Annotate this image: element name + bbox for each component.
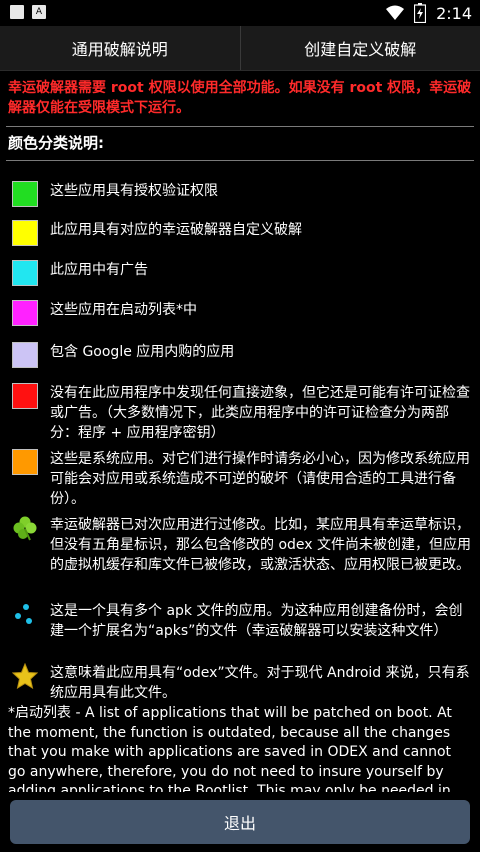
exit-button[interactable]: 退出 [10, 800, 470, 844]
legend-text: 这意味着此应用具有“odex”文件。对于现代 Android 来说，只有系统应用… [50, 665, 470, 701]
legend-item-license: 这些应用具有授权验证权限 [12, 181, 472, 207]
color-swatch-green [12, 181, 38, 207]
color-swatch-yellow [12, 220, 38, 246]
color-swatch-lavender [12, 342, 38, 368]
tab-bar: 通用破解说明 创建自定义破解 [0, 26, 480, 71]
legend-item-custom-patch: 此应用具有对应的幸运破解器自定义破解 [12, 220, 472, 246]
status-bar: A 2:14 [0, 0, 480, 26]
legend-item-bootlist: 这些应用在启动列表*中 [12, 300, 472, 326]
legend-item-ads: 此应用中有广告 [12, 260, 472, 286]
app-a-icon: A [32, 5, 46, 19]
color-swatch-red [12, 383, 38, 409]
legend-text: 此应用中有广告 [50, 262, 148, 278]
divider [6, 160, 474, 161]
legend-text: 这些是系统应用。对它们进行操作时请务必小心，因为修改系统应用可能会对应用或系统造… [50, 451, 470, 507]
tab-create-custom-patch[interactable]: 创建自定义破解 [239, 26, 480, 70]
legend-text: 这是一个具有多个 apk 文件的应用。为这种应用创建备份时，会创建一个扩展名为“… [50, 603, 463, 639]
legend-item-system-apps: 这些是系统应用。对它们进行操作时请务必小心，因为修改系统应用可能会对应用或系统造… [12, 449, 472, 509]
color-swatch-orange [12, 449, 38, 475]
legend-item-modified: 幸运破解器已对次应用进行过修改。比如，某应用具有幸运草标识，但没有五角星标识，那… [12, 515, 472, 575]
bootlist-note: *启动列表 - A list of applications that will… [8, 705, 452, 792]
divider [6, 126, 474, 127]
legend-text: 这些应用具有授权验证权限 [50, 183, 218, 199]
multi-apk-dots-icon [12, 601, 38, 627]
legend-text: 此应用具有对应的幸运破解器自定义破解 [50, 222, 302, 238]
notification-square-icon [10, 5, 24, 19]
section-title: 颜色分类说明: [8, 134, 104, 152]
clover-icon [12, 515, 38, 541]
legend-item-no-signs: 没有在此应用程序中发现任何直接迹象，但它还是可能有许可证检查或广告。（大多数情况… [12, 383, 472, 443]
wifi-icon [386, 5, 405, 20]
legend-item-multi-apk: 这是一个具有多个 apk 文件的应用。为这种应用创建备份时，会创建一个扩展名为“… [12, 601, 472, 641]
legend-text: 幸运破解器已对次应用进行过修改。比如，某应用具有幸运草标识，但没有五角星标识，那… [50, 517, 472, 573]
root-warning: 幸运破解器需要 root 权限以使用全部功能。如果没有 root 权限，幸运破解… [8, 80, 472, 116]
legend-item-odex: 这意味着此应用具有“odex”文件。对于现代 Android 来说，只有系统应用… [12, 663, 472, 703]
legend-text: 没有在此应用程序中发现任何直接迹象，但它还是可能有许可证检查或广告。（大多数情况… [50, 385, 470, 441]
legend-text: 包含 Google 应用内购的应用 [50, 344, 235, 360]
legend-text: 这些应用在启动列表*中 [50, 302, 197, 318]
color-swatch-cyan [12, 260, 38, 286]
clock: 2:14 [436, 3, 472, 23]
color-swatch-magenta [12, 300, 38, 326]
legend-item-google-iap: 包含 Google 应用内购的应用 [12, 342, 472, 368]
battery-charging-icon [414, 3, 427, 23]
tab-general-patch-info[interactable]: 通用破解说明 [0, 26, 240, 70]
star-icon [12, 663, 38, 689]
